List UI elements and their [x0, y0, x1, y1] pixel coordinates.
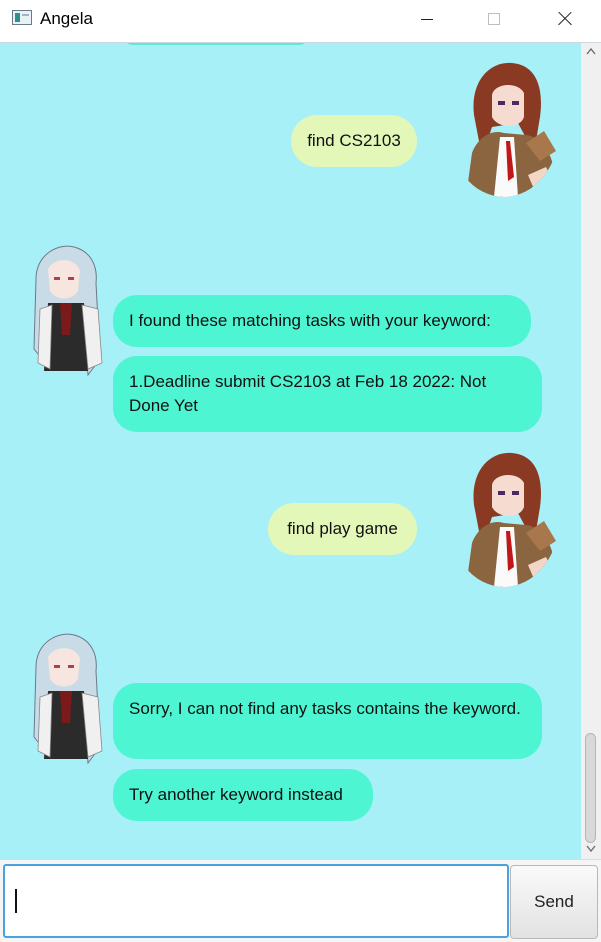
- bot-avatar-icon: [33, 245, 103, 377]
- scrollbar-thumb[interactable]: [585, 733, 596, 843]
- maximize-button[interactable]: [471, 0, 517, 38]
- app-window-icon: [12, 10, 32, 25]
- app-window: Angela find CS2103 I found these matchin…: [0, 0, 601, 942]
- bot-message-bubble: Try another keyword instead: [113, 769, 373, 821]
- chat-dialog-area[interactable]: find CS2103 I found these matching tasks…: [0, 42, 601, 860]
- bot-message-bubble: 1.Deadline submit CS2103 at Feb 18 2022:…: [113, 356, 542, 432]
- vertical-scrollbar[interactable]: [581, 43, 601, 859]
- user-avatar-icon: [448, 447, 560, 587]
- input-bar: Send: [0, 860, 601, 942]
- close-button[interactable]: [542, 0, 588, 38]
- window-title: Angela: [40, 9, 93, 28]
- send-button[interactable]: Send: [510, 865, 598, 939]
- close-icon: [557, 11, 573, 27]
- title-bar: Angela: [0, 0, 601, 40]
- user-message-bubble: find CS2103: [291, 115, 417, 167]
- minimize-icon: [421, 18, 433, 20]
- scroll-up-arrow-icon[interactable]: [586, 47, 596, 55]
- minimize-button[interactable]: [404, 0, 450, 38]
- maximize-icon: [488, 13, 500, 25]
- scroll-down-arrow-icon[interactable]: [586, 845, 596, 853]
- user-avatar-icon: [448, 57, 560, 197]
- user-message-bubble: find play game: [268, 503, 417, 555]
- text-caret: [15, 889, 17, 913]
- bot-avatar-icon: [33, 633, 103, 765]
- bot-message-bubble: I found these matching tasks with your k…: [113, 295, 531, 347]
- previous-message-fragment: [126, 43, 306, 45]
- bot-message-bubble: Sorry, I can not find any tasks contains…: [113, 683, 542, 759]
- message-input[interactable]: [3, 864, 509, 938]
